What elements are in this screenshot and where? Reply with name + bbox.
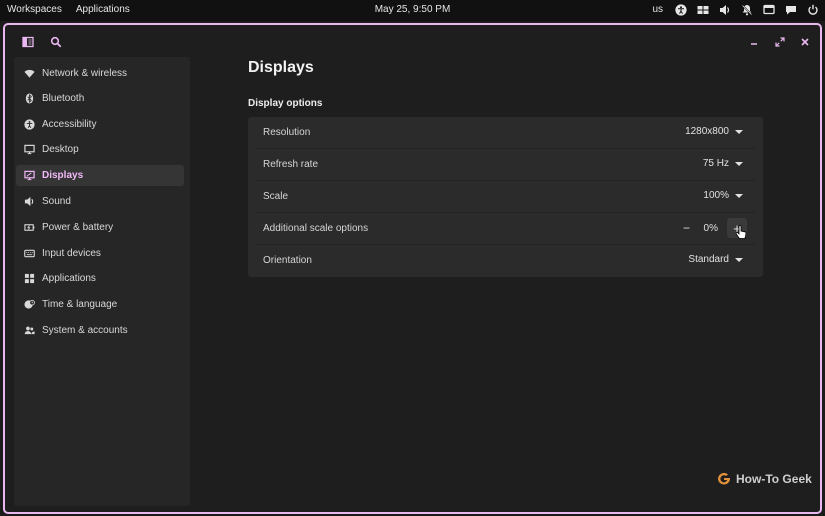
search-icon[interactable] <box>48 34 64 50</box>
sidebar-item-time-language[interactable]: Time & language <box>16 294 184 315</box>
refresh-rate-dropdown[interactable]: 75 Hz <box>703 158 743 169</box>
sidebar-item-accessibility[interactable]: Accessibility <box>16 114 184 135</box>
apps-grid-icon <box>23 273 35 285</box>
sidebar-item-displays[interactable]: Displays <box>16 165 184 186</box>
close-icon[interactable] <box>797 34 813 50</box>
scale-row: Scale 100% <box>248 181 763 213</box>
sidebar-item-label: Time & language <box>42 299 118 310</box>
power-icon[interactable] <box>806 3 819 16</box>
refresh-rate-row: Refresh rate 75 Hz <box>248 149 763 181</box>
sidebar-item-input-devices[interactable]: Input devices <box>16 243 184 264</box>
window-header <box>5 25 820 59</box>
page-title: Displays <box>248 59 314 76</box>
chevron-down-icon <box>735 161 743 166</box>
htg-logo-icon <box>717 472 731 485</box>
top-panel: Workspaces Applications May 25, 9:50 PM … <box>0 0 825 21</box>
watermark: How-To Geek <box>716 471 812 487</box>
additional-scale-label: Additional scale options <box>263 223 369 234</box>
screen-icon[interactable] <box>762 3 775 16</box>
globe-clock-icon <box>23 299 35 311</box>
sidebar-item-label: Input devices <box>42 248 101 259</box>
scale-dropdown[interactable]: 100% <box>703 190 743 201</box>
orientation-label: Orientation <box>263 255 312 266</box>
hand-cursor-icon <box>735 225 747 239</box>
chat-icon[interactable] <box>784 3 797 16</box>
resolution-label: Resolution <box>263 127 311 138</box>
chevron-down-icon <box>735 193 743 198</box>
sidebar-item-label: Power & battery <box>42 222 114 233</box>
scale-label: Scale <box>263 191 289 202</box>
additional-scale-row: Additional scale options − 0% + <box>248 213 763 245</box>
sidebar-item-label: Bluetooth <box>42 93 85 104</box>
orientation-value: Standard <box>688 254 729 265</box>
additional-scale-value: 0% <box>703 223 718 234</box>
accessibility-icon[interactable] <box>674 3 687 16</box>
resolution-value: 1280x800 <box>685 126 729 137</box>
resolution-dropdown[interactable]: 1280x800 <box>685 126 743 137</box>
scale-decrease-button[interactable]: − <box>683 221 690 235</box>
keyboard-icon <box>23 248 35 260</box>
sidebar-item-label: Accessibility <box>42 119 97 130</box>
sidebar-item-label: Displays <box>42 170 84 181</box>
section-title: Display options <box>248 98 323 109</box>
sidebar-item-label: Desktop <box>42 144 79 155</box>
sidebar-item-network[interactable]: Network & wireless <box>16 63 184 84</box>
sidebar-item-desktop[interactable]: Desktop <box>16 139 184 160</box>
chevron-down-icon <box>735 129 743 134</box>
sidebar-item-label: Network & wireless <box>42 68 128 79</box>
notifications-off-icon[interactable] <box>740 3 753 16</box>
accessibility-icon <box>23 119 35 131</box>
bluetooth-icon <box>23 93 35 105</box>
users-icon <box>23 325 35 337</box>
sidebar-item-sound[interactable]: Sound <box>16 191 184 212</box>
minimize-icon[interactable] <box>746 34 762 50</box>
monitor-icon <box>23 144 35 156</box>
sidebar-item-label: Sound <box>42 196 71 207</box>
orientation-dropdown[interactable]: Standard <box>688 254 743 265</box>
orientation-row: Orientation Standard <box>248 245 763 277</box>
battery-icon <box>23 222 35 234</box>
refresh-rate-value: 75 Hz <box>702 158 729 169</box>
sidebar-item-label: System & accounts <box>42 325 128 336</box>
chevron-down-icon <box>735 257 743 262</box>
settings-window: Network & wireless Bluetooth Accessibili… <box>3 23 822 514</box>
workspace-icon[interactable] <box>696 3 709 16</box>
wifi-icon <box>23 68 35 80</box>
sidebar-item-applications[interactable]: Applications <box>16 268 184 289</box>
settings-sidebar: Network & wireless Bluetooth Accessibili… <box>14 57 190 506</box>
sidebar-item-power[interactable]: Power & battery <box>16 217 184 238</box>
keyboard-layout-indicator[interactable]: us <box>652 4 663 15</box>
refresh-rate-label: Refresh rate <box>263 159 319 170</box>
scale-value: 100% <box>703 190 729 201</box>
speaker-icon <box>23 196 35 208</box>
sidebar-item-system-accounts[interactable]: System & accounts <box>16 320 184 341</box>
watermark-text: How-To Geek <box>736 472 812 486</box>
resolution-row: Resolution 1280x800 <box>248 117 763 149</box>
system-tray: us <box>652 3 819 16</box>
sidebar-toggle-icon[interactable] <box>20 34 36 50</box>
display-icon <box>23 170 35 182</box>
display-options-panel: Resolution 1280x800 Refresh rate 75 Hz S… <box>248 117 763 277</box>
sidebar-item-label: Applications <box>42 273 96 284</box>
maximize-icon[interactable] <box>772 34 788 50</box>
sidebar-item-bluetooth[interactable]: Bluetooth <box>16 88 184 109</box>
volume-icon[interactable] <box>718 3 731 16</box>
